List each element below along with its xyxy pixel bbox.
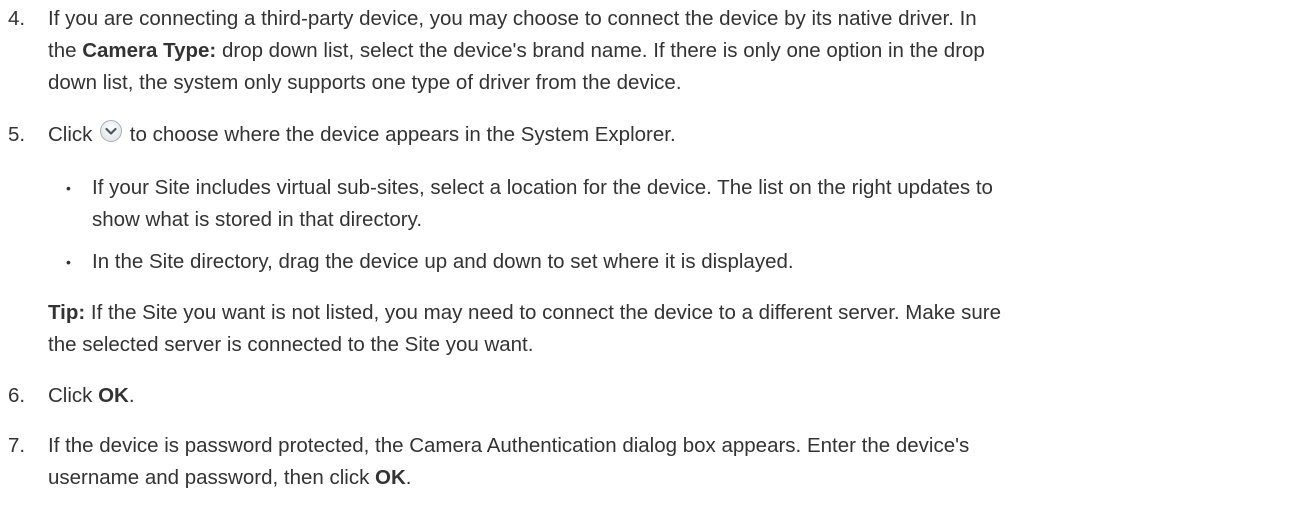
ok-label: OK [375, 466, 406, 489]
bullet-line: In the Site directory, drag the device u… [92, 250, 794, 273]
step-number: 6. [8, 384, 26, 407]
step-line: If the device is password protected, the… [48, 434, 970, 457]
bullet-icon: • [66, 254, 71, 270]
step-line: down list, the system only supports one … [48, 71, 682, 94]
text-run: Click [48, 384, 99, 407]
tip-label: Tip: [48, 301, 86, 324]
tip-line: Tip: If the Site you want is not listed,… [48, 297, 1274, 329]
tip-line: the selected server is connected to the … [48, 333, 534, 356]
text-run: username and password, then click [48, 466, 376, 489]
step-number: 4. [8, 7, 26, 30]
step-4: 4. If you are connecting a third-party d… [8, 3, 1278, 99]
text-run: If the Site you want is not listed, you … [85, 301, 1001, 324]
text-run: Click [48, 123, 99, 146]
text-run: the [48, 39, 83, 62]
text-run: . [405, 466, 412, 489]
step-5: 5. Click to choose where the device appe… [8, 119, 1278, 153]
ok-label: OK [98, 384, 129, 407]
step-7: 7. If the device is password protected, … [8, 430, 1278, 494]
text-run: to choose where the device appears in th… [124, 123, 676, 146]
step-number: 5. [8, 123, 26, 146]
chevron-down-circle-icon [99, 119, 123, 153]
step-text: Click OK. [48, 380, 1270, 412]
step-text: If you are connecting a third-party devi… [48, 3, 1270, 99]
text-run: drop down list, select the device's bran… [216, 39, 985, 62]
step-number: 7. [8, 434, 26, 457]
camera-type-label: Camera Type: [82, 39, 217, 62]
step-text: Click to choose where the device appears… [48, 119, 1270, 153]
step-line: username and password, then click OK. [48, 462, 1270, 494]
step-line: If you are connecting a third-party devi… [48, 7, 977, 30]
text-run: . [128, 384, 135, 407]
list-item: • In the Site directory, drag the device… [48, 246, 1288, 278]
step-text: If the device is password protected, the… [48, 430, 1270, 494]
bullet-line: show what is stored in that directory. [92, 208, 423, 231]
list-item: • If your Site includes virtual sub-site… [48, 172, 1288, 236]
step-line: the Camera Type: drop down list, select … [48, 35, 1270, 67]
bullet-icon: • [66, 180, 71, 196]
step-6: 6. Click OK. [8, 380, 1278, 412]
bullet-line: If your Site includes virtual sub-sites,… [92, 176, 993, 199]
tip-note: Tip: If the Site you want is not listed,… [48, 297, 1274, 361]
